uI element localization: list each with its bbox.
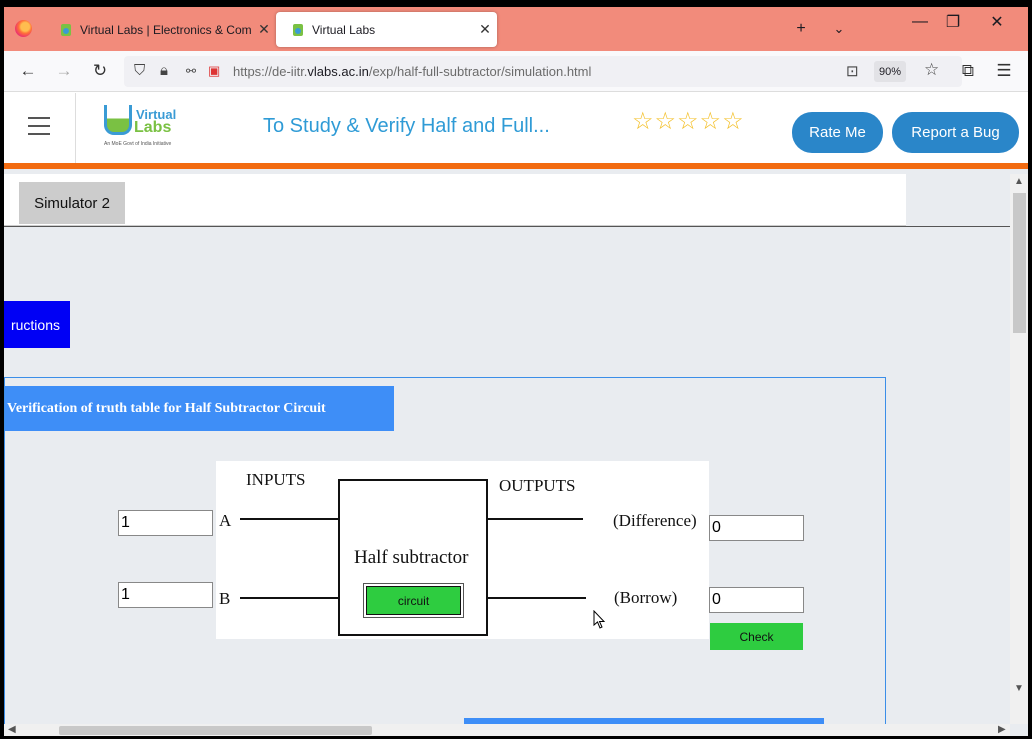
rate-me-button[interactable]: Rate Me (792, 112, 883, 153)
logo-text-bottom: Labs (134, 119, 172, 136)
borrow-label: (Borrow) (614, 588, 678, 607)
maximize-icon[interactable]: ❐ (930, 7, 976, 37)
tab-list-chevron-icon[interactable]: ⌄ (816, 14, 862, 44)
firefox-icon[interactable] (15, 20, 32, 37)
lock-icon[interactable]: 🔒︎ (160, 62, 168, 79)
close-tab-icon[interactable]: ✕ (473, 21, 497, 38)
difference-output-field[interactable]: 0 (709, 515, 804, 541)
input-b-label: B (219, 589, 231, 608)
wire-difference (488, 518, 583, 520)
input-a-label: A (219, 511, 232, 530)
title-bar: Virtual Labs | Electronics & Com ✕ Virtu… (4, 7, 1028, 51)
input-a-field[interactable]: 1 (118, 510, 213, 536)
wire-a (240, 518, 338, 520)
reader-view-icon[interactable]: ⊡ (846, 62, 859, 80)
circuit-button-label: circuit (366, 586, 461, 615)
virtual-labs-logo[interactable]: Virtual Labs An MoE Govt of India Initia… (104, 105, 184, 149)
scroll-left-icon[interactable]: ◀ (8, 724, 16, 735)
inputs-label: INPUTS (246, 470, 306, 489)
close-tab-icon[interactable]: ✕ (252, 21, 276, 38)
permissions-icon[interactable]: ⚯ (186, 64, 196, 78)
simulator-tabs: Simulator 2 (4, 174, 906, 226)
block-label: Half subtractor (354, 547, 469, 568)
scroll-up-icon[interactable]: ▲ (1014, 176, 1024, 187)
divider (4, 226, 1010, 227)
reload-icon[interactable]: ↻ (88, 59, 112, 83)
url-domain: vlabs.ac.in (307, 64, 369, 79)
site-header: Virtual Labs An MoE Govt of India Initia… (4, 93, 1028, 163)
vlabs-favicon-icon (61, 23, 71, 36)
header-accent-bar (4, 163, 1028, 169)
menu-icon[interactable]: ☰ (992, 59, 1016, 83)
extensions-icon[interactable]: ⧉ (956, 59, 980, 83)
autoplay-blocked-icon[interactable]: ▣ (208, 63, 220, 79)
outputs-label: OUTPUTS (499, 476, 576, 495)
instructions-button[interactable]: ructions (4, 301, 70, 348)
check-button[interactable]: Check (710, 623, 803, 650)
wire-borrow (488, 597, 586, 599)
browser-window: Virtual Labs | Electronics & Com ✕ Virtu… (4, 7, 1028, 736)
scroll-right-icon[interactable]: ▶ (998, 724, 1006, 735)
url-bar[interactable]: ⛉ 🔒︎ ⚯ ▣ https://de-iitr.vlabs.ac.in/exp… (124, 56, 962, 87)
difference-label: (Difference) (613, 511, 697, 530)
panel-title: Verification of truth table for Half Sub… (5, 386, 394, 431)
scroll-down-icon[interactable]: ▼ (1014, 683, 1024, 694)
borrow-output-field[interactable]: 0 (709, 587, 804, 613)
shield-icon[interactable]: ⛉ (134, 62, 145, 79)
report-bug-button[interactable]: Report a Bug (892, 112, 1019, 153)
zoom-level[interactable]: 90% (874, 61, 906, 82)
vertical-scroll-thumb[interactable] (1013, 193, 1026, 333)
hamburger-menu-icon[interactable] (28, 117, 50, 135)
wire-b (240, 597, 338, 599)
tab-title: Virtual Labs | Electronics & Com (80, 22, 252, 37)
flask-icon (104, 105, 132, 135)
nav-bar: ← → ↻ ⛉ 🔒︎ ⚯ ▣ https://de-iitr.vlabs.ac.… (4, 51, 1028, 92)
rating-stars[interactable]: ☆☆☆☆☆ (632, 107, 745, 136)
back-icon[interactable]: ← (16, 59, 40, 83)
experiment-title: To Study & Verify Half and Full... (263, 115, 550, 137)
page-content: Virtual Labs An MoE Govt of India Initia… (4, 93, 1028, 736)
logo-tagline: An MoE Govt of India Initiative (104, 141, 172, 147)
url-text[interactable]: https://de-iitr.vlabs.ac.in/exp/half-ful… (233, 64, 591, 79)
circuit-button[interactable]: circuit (363, 583, 464, 618)
half-subtractor-diagram: INPUTS OUTPUTS A B Half subtractor circu… (216, 461, 709, 639)
url-prefix: https://de-iitr. (233, 64, 308, 79)
mouse-cursor-icon (593, 610, 606, 629)
input-b-field[interactable]: 1 (118, 582, 213, 608)
url-path: /exp/half-full-subtractor/simulation.htm… (368, 64, 592, 79)
tab-title: Virtual Labs (312, 22, 376, 37)
bookmark-star-icon[interactable]: ☆ (924, 60, 939, 80)
header-divider (75, 93, 76, 163)
horizontal-scroll-thumb[interactable] (59, 726, 372, 735)
vlabs-favicon-icon (293, 23, 303, 36)
tab-electronics[interactable]: Virtual Labs | Electronics & Com ✕ (44, 12, 276, 47)
close-window-icon[interactable]: ✕ (974, 7, 1020, 37)
forward-icon[interactable]: → (52, 59, 76, 83)
tab-virtual-labs[interactable]: Virtual Labs ✕ (276, 12, 497, 47)
tab-simulator-2[interactable]: Simulator 2 (19, 182, 125, 224)
